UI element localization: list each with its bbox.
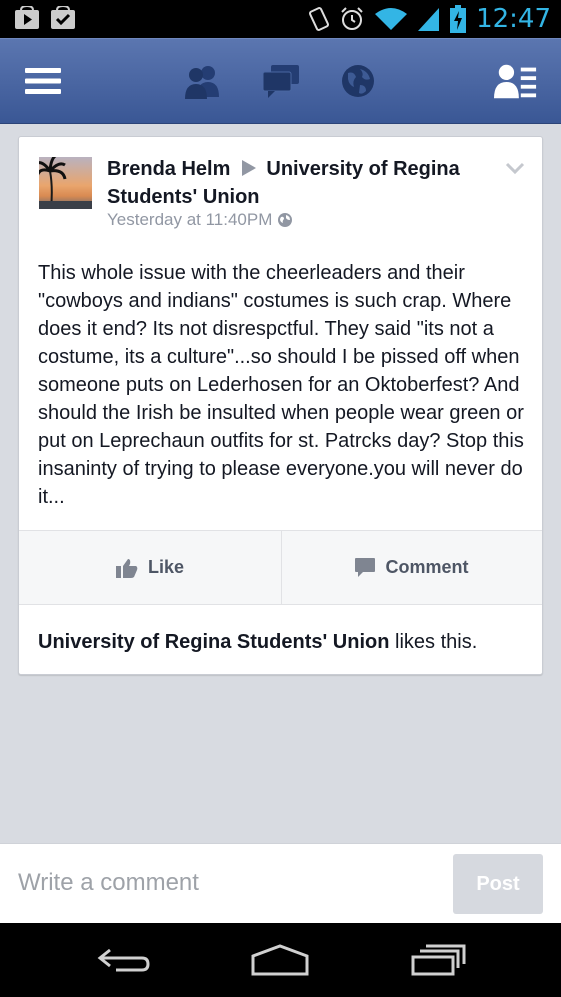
shared-to-arrow-icon: [242, 160, 257, 176]
play-store-icon: [15, 6, 39, 29]
recent-apps-icon: [411, 944, 466, 976]
status-bar: 12:47: [0, 0, 561, 38]
likes-actor-link[interactable]: University of Regina Students' Union: [38, 631, 389, 653]
notifications-button[interactable]: [336, 61, 380, 101]
friends-list-button[interactable]: [494, 61, 538, 101]
battery-charging-icon: [450, 5, 467, 33]
post-card: Brenda Helm University of Regina Students…: [18, 136, 543, 675]
menu-button[interactable]: [21, 61, 65, 101]
back-button[interactable]: [89, 939, 159, 979]
likes-suffix: likes this.: [389, 631, 478, 653]
comment-label: Comment: [385, 557, 469, 577]
friends-list-icon: [494, 64, 537, 99]
post-meta: Yesterday at 11:40PM: [107, 210, 293, 230]
public-globe-icon: [278, 213, 293, 227]
messages-button[interactable]: [259, 61, 303, 101]
post-actions-bar: Like Comment: [19, 530, 542, 605]
post-header: Brenda Helm University of Regina Students…: [107, 155, 507, 211]
menu-icon: [25, 68, 61, 94]
vibrate-icon: [309, 7, 330, 31]
comment-button[interactable]: Comment: [281, 531, 542, 604]
avatar-image: [39, 157, 92, 209]
wifi-icon: [375, 8, 408, 30]
signal-icon: [418, 8, 440, 31]
system-navigation-bar: [0, 923, 561, 997]
likes-summary: University of Regina Students' Union lik…: [38, 631, 477, 654]
comment-bubble-icon: [355, 558, 376, 577]
back-icon: [97, 948, 150, 972]
like-label: Like: [147, 557, 185, 577]
top-nav-bar: [0, 38, 561, 124]
status-clock: 12:47: [476, 4, 551, 34]
thumbs-up-icon: [115, 558, 138, 578]
briefcase-check-icon: [51, 6, 75, 29]
recent-apps-button[interactable]: [404, 939, 474, 979]
post-body-text: This whole issue with the cheerleaders a…: [38, 262, 524, 508]
messages-icon: [262, 65, 299, 98]
comment-composer: Post: [0, 843, 561, 923]
friend-requests-icon: [185, 66, 219, 99]
alarm-icon: [341, 7, 363, 30]
post-timestamp[interactable]: Yesterday at 11:40PM: [107, 210, 272, 230]
author-avatar[interactable]: [39, 157, 92, 209]
home-icon: [251, 944, 309, 976]
post-options-chevron-icon[interactable]: [504, 159, 526, 177]
home-button[interactable]: [245, 939, 315, 979]
friend-requests-button[interactable]: [180, 61, 224, 101]
like-button[interactable]: Like: [19, 531, 281, 604]
comment-input[interactable]: [18, 864, 428, 902]
notifications-globe-icon: [342, 65, 374, 97]
post-comment-button[interactable]: Post: [453, 854, 543, 914]
author-name-link[interactable]: Brenda Helm: [107, 158, 230, 180]
